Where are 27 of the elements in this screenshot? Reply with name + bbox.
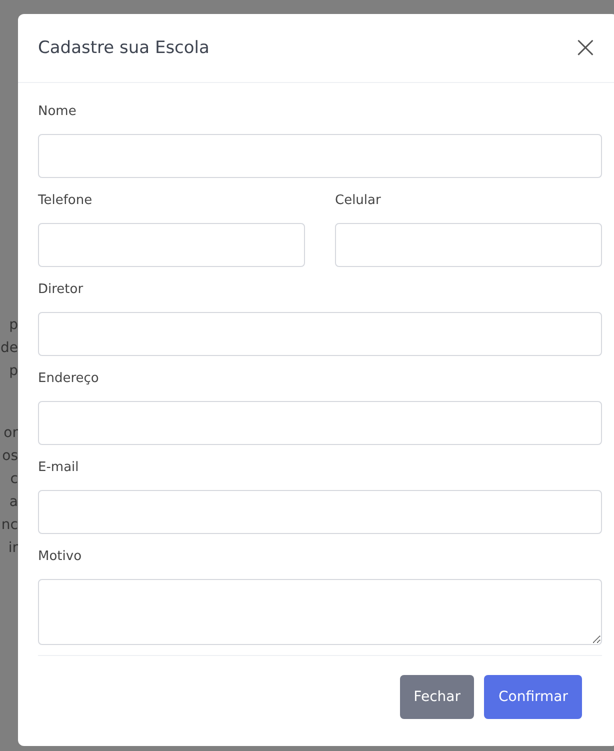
input-field[interactable]	[38, 223, 305, 267]
close-button[interactable]: Fechar	[400, 675, 474, 719]
background-text: p	[9, 316, 18, 335]
field-label: Celular	[335, 192, 382, 210]
field-label: Telefone	[38, 192, 94, 210]
field-label: E-mail	[38, 459, 80, 477]
modal-title: Cadastre sua Escola	[38, 38, 210, 58]
input-field[interactable]	[38, 134, 602, 178]
background-text: c	[10, 470, 18, 489]
close-button[interactable]: ×	[568, 33, 602, 63]
background-text: de	[0, 339, 18, 358]
background-text: p	[9, 362, 18, 381]
field-label: Nome	[38, 103, 78, 121]
input-field[interactable]	[38, 312, 602, 356]
field-label: Motivo	[38, 548, 83, 566]
background-text: or	[4, 424, 18, 443]
background-text: os	[2, 447, 18, 466]
background-text: a	[9, 493, 18, 512]
input-field[interactable]	[335, 223, 602, 267]
input-field[interactable]	[38, 401, 602, 445]
field-label: Diretor	[38, 281, 84, 299]
confirm-button[interactable]: Confirmar	[484, 675, 582, 719]
textarea-field[interactable]	[38, 579, 602, 645]
background-text: nc	[1, 516, 18, 535]
field-label: Endereço	[38, 370, 100, 388]
background-text: ir	[8, 539, 18, 558]
input-field[interactable]	[38, 490, 602, 534]
